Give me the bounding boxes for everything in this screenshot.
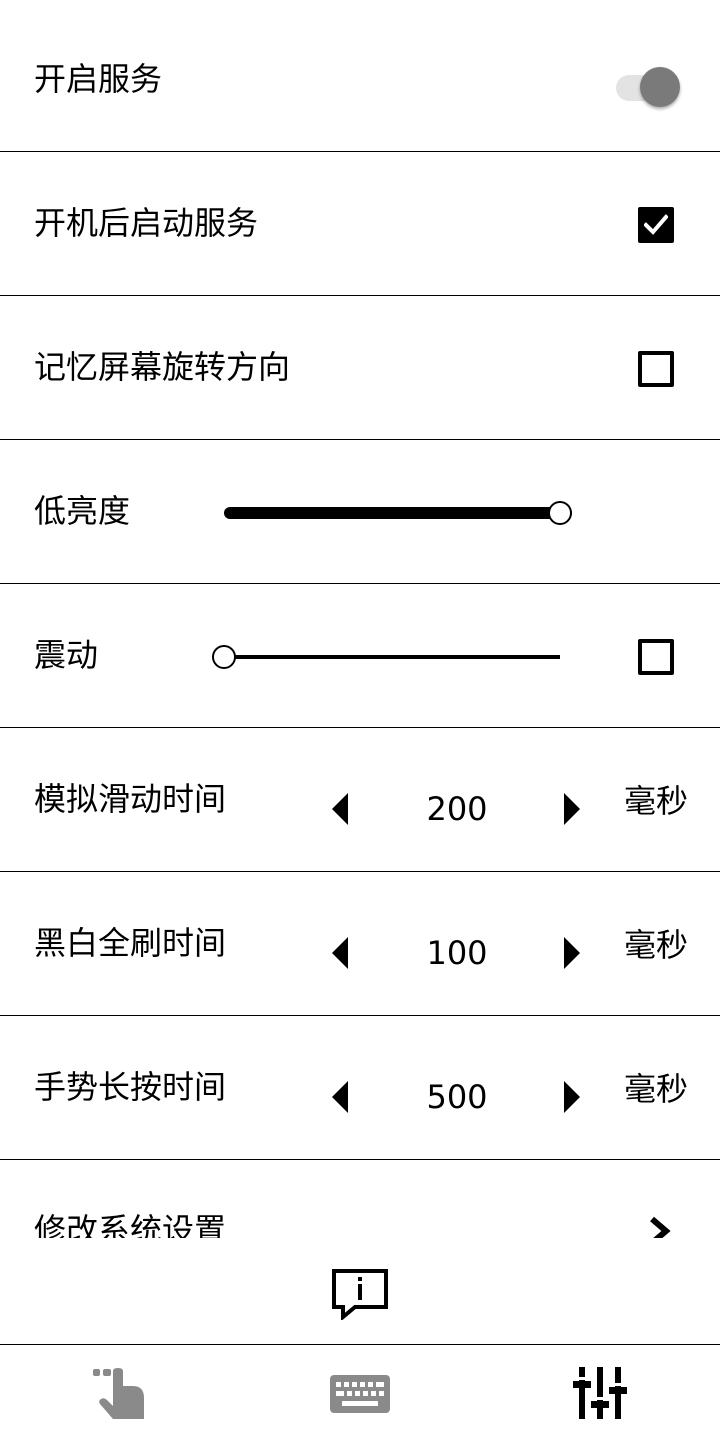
setting-row-boot-start[interactable]: 开机后启动服务 [0, 152, 720, 296]
check-icon [644, 214, 668, 235]
service-label: 开启服务 [34, 60, 163, 98]
slider-fill [224, 507, 572, 519]
boot-start-label: 开机后启动服务 [34, 204, 259, 242]
boot-start-checkbox[interactable] [638, 207, 674, 243]
info-bubble-icon[interactable] [331, 1268, 389, 1320]
remember-rotation-label: 记忆屏幕旋转方向 [34, 348, 291, 386]
vibration-label: 震动 [34, 636, 99, 674]
low-brightness-slider[interactable] [212, 493, 574, 533]
refresh-time-label: 黑白全刷时间 [34, 924, 227, 962]
system-settings-label: 修改系统设置 [34, 1211, 227, 1238]
increment-arrow-icon[interactable] [562, 793, 582, 825]
setting-row-remember-rotation[interactable]: 记忆屏幕旋转方向 [0, 296, 720, 440]
nav-tab-settings[interactable] [480, 1345, 720, 1441]
increment-arrow-icon[interactable] [562, 1081, 582, 1113]
nav-tab-gesture[interactable] [0, 1345, 240, 1441]
setting-row-service[interactable]: 开启服务 [0, 8, 720, 152]
long-press-time-unit: 毫秒 [624, 1070, 689, 1108]
setting-row-long-press-time: 手势长按时间 500 毫秒 [0, 1016, 720, 1160]
long-press-time-label: 手势长按时间 [34, 1068, 227, 1106]
service-toggle[interactable] [616, 65, 682, 111]
long-press-time-value: 500 [426, 1078, 488, 1116]
setting-row-system-settings[interactable]: 修改系统设置 [0, 1160, 720, 1238]
vibration-checkbox[interactable] [638, 639, 674, 675]
setting-row-swipe-time: 模拟滑动时间 200 毫秒 [0, 728, 720, 872]
low-brightness-label: 低亮度 [34, 492, 131, 530]
bottom-navigation [0, 1344, 720, 1441]
slider-rail [224, 655, 560, 659]
hand-pointer-icon [93, 1368, 144, 1419]
increment-arrow-icon[interactable] [562, 937, 582, 969]
slider-knob[interactable] [548, 501, 572, 525]
sliders-icon [573, 1367, 627, 1419]
chevron-right-icon [650, 1216, 671, 1238]
setting-row-vibration: 震动 [0, 584, 720, 728]
slider-knob[interactable] [212, 645, 236, 669]
decrement-arrow-icon[interactable] [330, 1081, 350, 1113]
swipe-time-unit: 毫秒 [624, 782, 689, 820]
setting-row-refresh-time: 黑白全刷时间 100 毫秒 [0, 872, 720, 1016]
swipe-time-value: 200 [426, 790, 488, 828]
keyboard-icon [330, 1375, 390, 1413]
setting-row-low-brightness: 低亮度 [0, 440, 720, 584]
decrement-arrow-icon[interactable] [330, 937, 350, 969]
vibration-slider[interactable] [212, 637, 574, 677]
remember-rotation-checkbox[interactable] [638, 351, 674, 387]
swipe-time-label: 模拟滑动时间 [34, 780, 227, 818]
refresh-time-value: 100 [426, 934, 488, 972]
decrement-arrow-icon[interactable] [330, 793, 350, 825]
refresh-time-unit: 毫秒 [624, 926, 689, 964]
toggle-thumb [640, 67, 680, 107]
nav-tab-keyboard[interactable] [240, 1345, 480, 1441]
